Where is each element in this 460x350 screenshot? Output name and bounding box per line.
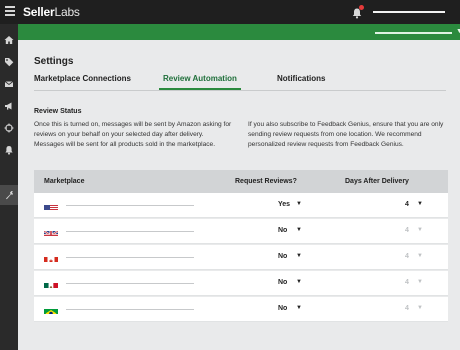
caret-down-icon: ▼	[417, 305, 423, 311]
mexico-flag-icon	[44, 279, 58, 288]
request-reviews-dropdown[interactable]: No ▼	[278, 227, 302, 237]
user-account-menu[interactable]	[373, 11, 445, 13]
table-header: Marketplace Request Reviews? Days After …	[34, 170, 448, 193]
review-status-heading: Review Status	[34, 108, 82, 115]
feedback-genius-notice: If you also subscribe to Feedback Genius…	[248, 121, 444, 148]
target-icon[interactable]	[4, 123, 14, 133]
days-after-delivery-dropdown[interactable]: 4 ▼	[405, 201, 423, 211]
tab-notifications[interactable]: Notifications	[277, 74, 325, 83]
settings-tabs: Marketplace Connections Review Automatio…	[34, 74, 446, 92]
uk-flag-icon	[44, 227, 58, 236]
review-status-description: Once this is turned on, messages will be…	[34, 121, 232, 148]
caret-down-icon: ▼	[417, 253, 423, 259]
table-row: Yes ▼ 4 ▼	[34, 193, 448, 218]
table-row: No ▼ 4 ▼	[34, 245, 448, 270]
brand-logo[interactable]: SellerLabs	[23, 5, 80, 19]
request-reviews-dropdown[interactable]: No ▼	[278, 279, 302, 289]
page-title: Settings	[34, 56, 74, 67]
tabs-divider	[34, 90, 446, 91]
table-row: No ▼ 4 ▼	[34, 219, 448, 244]
days-after-delivery-dropdown: 4 ▼	[405, 279, 423, 286]
chevron-down-icon[interactable]: ▼	[456, 28, 460, 35]
caret-down-icon: ▼	[296, 253, 302, 259]
us-flag-icon	[44, 201, 58, 210]
marketplace-name-placeholder	[66, 231, 194, 232]
bell-icon[interactable]	[4, 145, 14, 155]
caret-down-icon: ▼	[417, 279, 423, 285]
tab-review-automation[interactable]: Review Automation	[163, 74, 237, 83]
marketplace-name-placeholder	[66, 309, 194, 310]
days-after-delivery-dropdown: 4 ▼	[405, 305, 423, 312]
megaphone-icon[interactable]	[4, 101, 14, 111]
home-icon[interactable]	[4, 35, 14, 45]
days-after-delivery-dropdown: 4 ▼	[405, 253, 423, 260]
top-bar: SellerLabs	[0, 0, 460, 24]
column-header-days-after-delivery: Days After Delivery	[345, 178, 409, 185]
canada-flag-icon	[44, 253, 58, 262]
table-row: No ▼ 4 ▼	[34, 271, 448, 296]
notifications-bell-icon[interactable]	[352, 5, 364, 19]
brazil-flag-icon	[44, 305, 58, 314]
account-selector[interactable]	[375, 32, 452, 34]
days-after-delivery-dropdown: 4 ▼	[405, 227, 423, 234]
request-reviews-dropdown[interactable]: Yes ▼	[278, 201, 302, 211]
marketplace-name-placeholder	[66, 257, 194, 258]
settings-icon[interactable]	[4, 190, 14, 200]
request-reviews-dropdown[interactable]: No ▼	[278, 253, 302, 263]
notification-dot	[359, 5, 364, 10]
sidebar	[0, 24, 18, 350]
caret-down-icon: ▼	[296, 305, 302, 311]
caret-down-icon: ▼	[296, 227, 302, 233]
caret-down-icon: ▼	[296, 201, 302, 207]
tag-icon[interactable]	[4, 57, 14, 67]
hamburger-menu-icon[interactable]	[5, 6, 15, 18]
marketplace-table: Marketplace Request Reviews? Days After …	[34, 170, 448, 327]
marketplace-name-placeholder	[66, 205, 194, 206]
column-header-marketplace: Marketplace	[44, 178, 85, 185]
marketplace-name-placeholder	[66, 283, 194, 284]
caret-down-icon: ▼	[417, 201, 423, 207]
caret-down-icon: ▼	[296, 279, 302, 285]
caret-down-icon: ▼	[417, 227, 423, 233]
account-bar: ▼	[18, 24, 460, 40]
request-reviews-dropdown[interactable]: No ▼	[278, 305, 302, 315]
table-row: No ▼ 4 ▼	[34, 297, 448, 322]
column-header-request-reviews: Request Reviews?	[235, 178, 297, 185]
mail-icon[interactable]	[4, 79, 14, 89]
tab-marketplace-connections[interactable]: Marketplace Connections	[34, 74, 131, 83]
